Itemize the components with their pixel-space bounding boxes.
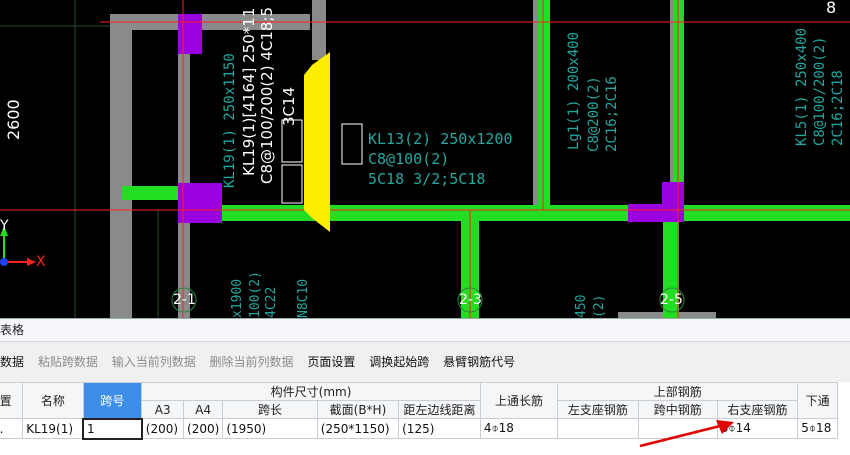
col-header-left-seat[interactable]: 左支座钢筋 — [557, 400, 639, 419]
cell-name[interactable]: KL19(1) — [22, 418, 84, 439]
toolbar-data[interactable]: 数据 — [0, 355, 24, 369]
col-header-offset[interactable]: 距左边线距离 — [398, 400, 481, 419]
col-header-mid-span[interactable]: 跨中钢筋 — [637, 400, 718, 419]
col-header-span-length[interactable]: 跨长 — [222, 400, 318, 419]
toolbar-paste-span-data[interactable]: 粘贴跨数据 — [38, 355, 98, 369]
bottom-snippet-4: N8C10 — [296, 278, 311, 318]
beam-main-label: KL19(1)[4164] 250*11 — [240, 7, 258, 176]
table-toolbar: 数据 粘贴跨数据 输入当前列数据 删除当前列数据 页面设置 调换起始跨 悬臂钢筋… — [0, 351, 850, 373]
col-header-bottom-cut[interactable]: 下通 — [797, 382, 838, 419]
col-header-cut[interactable]: 置 — [0, 382, 24, 419]
kl5-label-3: 2C16;2C18 — [830, 70, 846, 146]
cell-a4[interactable]: (200) — [183, 418, 224, 439]
bottom-snippet-2: 100(2) — [248, 271, 263, 318]
lg1-label-3: 2C16;2C16 — [604, 76, 620, 152]
col-header-a4[interactable]: A4 — [183, 400, 224, 419]
lg1-label-1: Lg1(1) 200x400 — [566, 31, 582, 150]
beam-stirrup-label: C8@100/200(2) 4C18;5 — [258, 6, 276, 184]
col-header-name[interactable]: 名称 — [22, 382, 84, 419]
table-row: ... KL19(1) 1 (200) (200) (1950) (250*11… — [0, 417, 838, 440]
selected-beam-highlight[interactable] — [304, 52, 330, 232]
kl19-teal-label: KL19(1) 250x1150 — [222, 53, 238, 188]
bottom-snippet-6: (2) — [592, 294, 607, 318]
col-header-right-seat[interactable]: 右支座钢筋 — [716, 400, 799, 419]
cell-right-seat[interactable]: 3⌽14 — [716, 418, 799, 439]
kl13-label-2: C8@100(2) — [368, 150, 450, 168]
col-header-span[interactable]: 跨号 — [82, 382, 143, 419]
cell-offset[interactable]: (125) — [398, 418, 481, 439]
grid-lines — [0, 0, 180, 318]
cell-span-number[interactable]: 1 — [82, 417, 143, 440]
group-header-top-rebar: 上部钢筋 — [557, 382, 799, 401]
axis-x-label: X — [36, 254, 46, 270]
toolbar-delete-column-data[interactable]: 删除当前列数据 — [210, 355, 294, 369]
cell-mid-span[interactable] — [637, 418, 718, 439]
rebar-table: 置 名称 跨号 构件尺寸(mm) 上通长筋 上部钢筋 下通 A3 A4 跨长 截… — [0, 382, 838, 440]
axis-label-3: 2-3 — [459, 292, 482, 308]
top-right-glyph: 8 — [826, 0, 837, 17]
lg1-label-2: C8@200(2) — [586, 76, 602, 152]
rebar-grid: 置 名称 跨号 构件尺寸(mm) 上通长筋 上部钢筋 下通 A3 A4 跨长 截… — [0, 382, 850, 455]
axis-label-1: 2-1 — [173, 292, 196, 308]
cell-section[interactable]: (250*1150) — [316, 418, 400, 439]
bottom-snippet-1: x1900 — [230, 278, 245, 318]
cell-bottom-cut[interactable]: 5⌽18 — [797, 418, 838, 439]
group-header-size: 构件尺寸(mm) — [141, 382, 481, 401]
beam-top-label: 3C14 — [280, 86, 298, 126]
dimension-label: 2600 — [4, 99, 23, 140]
toolbar-page-setup[interactable]: 页面设置 — [307, 355, 355, 369]
rebar-table-panel: 表格 数据 粘贴跨数据 输入当前列数据 删除当前列数据 页面设置 调换起始跨 悬… — [0, 318, 850, 455]
col-header-a3[interactable]: A3 — [141, 400, 185, 419]
col-header-section[interactable]: 截面(B*H) — [316, 400, 400, 419]
cell-top-through[interactable]: 4⌽18 — [479, 418, 559, 439]
col-header-top-through[interactable]: 上通长筋 — [479, 382, 559, 419]
cell-cut[interactable]: ... — [0, 418, 24, 439]
cell-a3[interactable]: (200) — [141, 418, 185, 439]
bottom-snippet-5: 450 — [574, 294, 589, 318]
cell-left-seat[interactable] — [557, 418, 639, 439]
axis-label-5: 2-5 — [660, 292, 683, 308]
toolbar-input-column-data[interactable]: 输入当前列数据 — [112, 355, 196, 369]
axis-y-label: Y — [0, 218, 9, 234]
toolbar-cantilever-code[interactable]: 悬臂钢筋代号 — [443, 355, 515, 369]
panel-title: 表格 — [0, 319, 850, 342]
cell-span-length[interactable]: (1950) — [222, 418, 318, 439]
kl13-label-3: 5C18 3/2;5C18 — [368, 170, 486, 188]
cad-drawing-canvas[interactable]: 2600 Y X 2-1 2-3 2-5 8 KL19(1)[4164] 250… — [0, 0, 850, 318]
kl13-label-1: KL13(2) 250x1200 — [368, 130, 513, 148]
toolbar-swap-start-span[interactable]: 调换起始跨 — [369, 355, 429, 369]
kl5-label-2: C8@100/200(2) — [812, 36, 828, 146]
bottom-snippet-3: 4C22 — [264, 286, 279, 318]
panel-title-text: 表格 — [0, 323, 25, 337]
kl5-label-1: KL5(1) 250x400 — [794, 27, 810, 146]
